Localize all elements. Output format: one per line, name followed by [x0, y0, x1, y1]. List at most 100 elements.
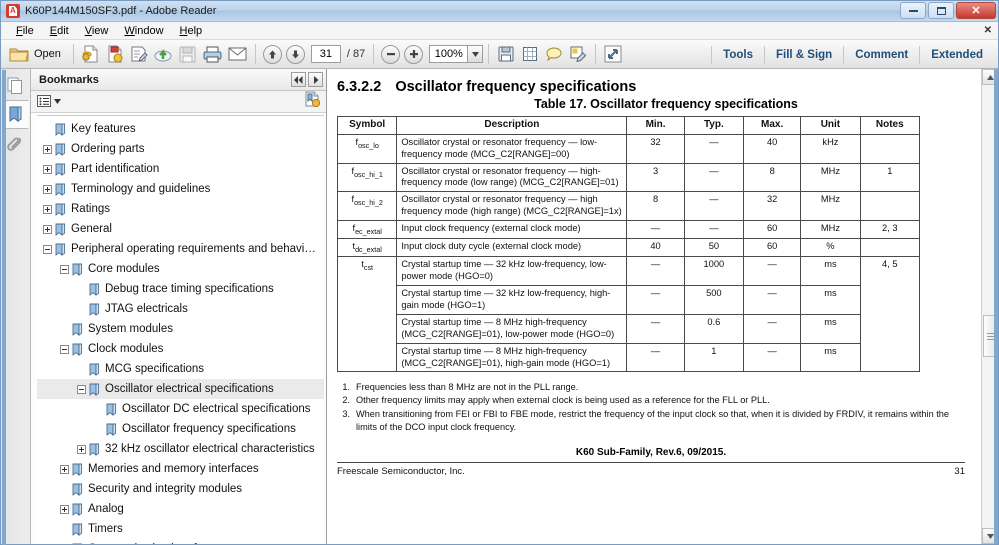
tree-expander-minus[interactable]	[60, 344, 69, 354]
print-button[interactable]	[200, 42, 225, 66]
edit-pdf-button[interactable]	[127, 42, 151, 66]
snapshot-button[interactable]	[518, 42, 542, 66]
next-page-button[interactable]	[285, 44, 305, 64]
tools-button[interactable]: Tools	[712, 49, 764, 61]
bookmarks-panel-header: Bookmarks	[31, 69, 326, 91]
table-cell-description: Crystal startup time — 8 MHz high-freque…	[396, 313, 628, 344]
bookmark-item[interactable]: Ordering parts	[37, 139, 324, 159]
bookmark-item[interactable]: System modules	[37, 319, 324, 339]
tree-expander-minus[interactable]	[77, 384, 86, 394]
fullscreen-button[interactable]	[601, 42, 625, 66]
bookmark-item[interactable]: Timers	[37, 519, 324, 539]
tree-expander-plus[interactable]	[60, 504, 69, 514]
bookmark-item[interactable]: Oscillator electrical specifications	[37, 379, 324, 399]
menu-help[interactable]: Help	[172, 24, 211, 38]
bookmark-item[interactable]: Security and integrity modules	[37, 479, 324, 499]
zoom-level-input[interactable]: 100%	[429, 45, 468, 63]
bookmark-item[interactable]: Memories and memory interfaces	[37, 459, 324, 479]
table-cell-unit: ms	[800, 256, 861, 287]
bookmark-page-icon	[55, 163, 66, 176]
close-button[interactable]: ✕	[956, 2, 996, 19]
minimize-button[interactable]	[900, 2, 926, 19]
bookmark-item[interactable]: Oscillator frequency specifications	[37, 419, 324, 439]
menu-view[interactable]: View	[77, 24, 117, 38]
tree-expander-minus[interactable]	[60, 264, 69, 274]
table-cell-notes[interactable]	[859, 191, 921, 222]
table-cell-notes[interactable]: 4, 5	[859, 256, 921, 373]
combine-files-button[interactable]	[103, 42, 127, 66]
save-button[interactable]	[176, 42, 200, 66]
tree-expander-plus[interactable]	[43, 164, 52, 174]
table-cell-min: 8	[626, 191, 685, 222]
bookmark-item[interactable]: MCG specifications	[37, 359, 324, 379]
new-bookmark-icon	[305, 91, 321, 108]
open-button[interactable]: Open	[5, 42, 68, 66]
bookmark-label: Core modules	[88, 263, 160, 275]
table-cell-notes[interactable]: 1	[859, 162, 921, 193]
extended-button[interactable]: Extended	[920, 49, 994, 61]
bookmark-label: Oscillator DC electrical specifications	[122, 403, 311, 415]
tree-expander-plus[interactable]	[43, 204, 52, 214]
bookmark-options-button[interactable]	[37, 95, 61, 108]
bookmark-item[interactable]: JTAG electricals	[37, 299, 324, 319]
table-cell-notes[interactable]: 2, 3	[859, 220, 921, 240]
tree-expander-plus[interactable]	[43, 184, 52, 194]
bookmarks-tree[interactable]: Key features Ordering parts Part identific…	[37, 115, 324, 544]
table-cell-description: Oscillator crystal or resonator frequenc…	[396, 191, 628, 222]
sticky-note-button[interactable]	[542, 42, 566, 66]
bookmark-page-icon	[55, 203, 66, 216]
table-header-cell: Unit	[800, 116, 861, 135]
new-bookmark-button[interactable]	[304, 91, 321, 112]
close-document-icon[interactable]: ✕	[984, 25, 992, 36]
create-pdf-button[interactable]	[79, 42, 103, 66]
bookmark-item[interactable]: Communication interfaces	[37, 539, 324, 544]
bookmark-item[interactable]: Ratings	[37, 199, 324, 219]
tree-expander-plus[interactable]	[60, 464, 69, 474]
bookmark-item[interactable]: General	[37, 219, 324, 239]
zoom-out-button[interactable]	[381, 44, 401, 64]
tree-expander-plus[interactable]	[43, 224, 52, 234]
upload-cloud-button[interactable]	[151, 42, 176, 66]
zoom-in-button[interactable]	[404, 44, 424, 64]
page-number-input[interactable]: 31	[310, 45, 341, 63]
tree-expander-plus[interactable]	[43, 144, 52, 154]
email-button[interactable]	[225, 42, 250, 66]
bookmarks-button[interactable]	[2, 100, 29, 129]
maximize-button[interactable]	[928, 2, 954, 19]
table-cell-notes[interactable]	[859, 133, 921, 164]
document-pane: 6.3.2.2 Oscillator frequency specificati…	[327, 69, 998, 544]
bookmark-page-icon	[106, 403, 117, 416]
bookmark-item[interactable]: Terminology and guidelines	[37, 179, 324, 199]
bookmark-item[interactable]: 32 kHz oscillator electrical characteris…	[37, 439, 324, 459]
panel-expand-button[interactable]	[308, 72, 323, 87]
tree-expander-minus[interactable]	[43, 244, 52, 254]
attachments-button[interactable]	[3, 129, 29, 158]
footnote-number: 1.	[342, 382, 350, 393]
save-file-button[interactable]	[494, 42, 518, 66]
chevron-down-icon	[54, 99, 61, 104]
comment-button[interactable]: Comment	[844, 49, 919, 61]
bookmark-item[interactable]: Clock modules	[37, 339, 324, 359]
menu-window[interactable]: Window	[116, 24, 171, 38]
tree-expander-plus[interactable]	[77, 444, 86, 454]
bookmark-item[interactable]: Oscillator DC electrical specifications	[37, 399, 324, 419]
highlight-text-button[interactable]	[566, 42, 590, 66]
table-cell-notes[interactable]	[859, 238, 921, 258]
panel-collapse-button[interactable]	[291, 72, 306, 87]
previous-page-button[interactable]	[262, 44, 282, 64]
bookmark-item[interactable]: Part identification	[37, 159, 324, 179]
page-thumbnails-button[interactable]	[3, 71, 29, 100]
bookmark-item[interactable]: Peripheral operating requirements and be…	[37, 239, 324, 259]
menu-bar: File Edit View Window Help ✕	[1, 22, 998, 40]
bookmark-item[interactable]: Key features	[37, 119, 324, 139]
bookmark-item[interactable]: Debug trace timing specifications	[37, 279, 324, 299]
bookmark-page-icon	[89, 383, 100, 396]
menu-edit[interactable]: Edit	[42, 24, 77, 38]
bookmark-label: Ratings	[71, 203, 110, 215]
menu-file[interactable]: File	[8, 24, 42, 38]
bookmark-item[interactable]: Analog	[37, 499, 324, 519]
zoom-dropdown-button[interactable]	[467, 45, 484, 63]
bookmark-item[interactable]: Core modules	[37, 259, 324, 279]
fill-and-sign-button[interactable]: Fill & Sign	[765, 49, 843, 61]
